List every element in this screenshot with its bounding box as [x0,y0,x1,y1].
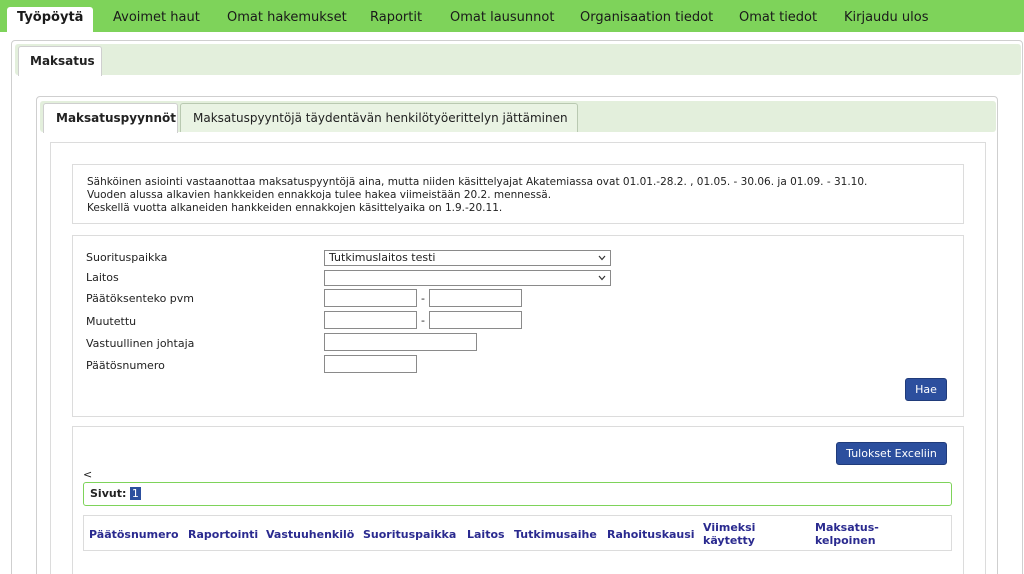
suorituspaikka-select[interactable]: Tutkimuslaitos testi [324,250,611,266]
column-header-maksatus-line1: Maksatus- [815,521,879,534]
hae-button[interactable]: Hae [905,378,947,401]
column-header-maksatuskelpoinen[interactable]: Maksatus- kelpoinen [815,521,879,547]
vastuullinen-johtaja-input[interactable] [324,333,477,351]
nav-item-avoimet-haut[interactable]: Avoimet haut [113,10,200,25]
tab-maksatuspyynnot[interactable]: Maksatuspyynnöt [43,103,178,133]
pager-label: Sivut: [90,487,127,500]
column-header-viimeksi-line1: Viimeksi [703,521,756,534]
column-header-vastuuhenkilo[interactable]: Vastuuhenkilö [266,528,354,541]
column-header-tutkimusaihe[interactable]: Tutkimusaihe [514,528,597,541]
date-separator: - [421,292,425,305]
column-header-viimeksi-line2: käytetty [703,534,755,547]
muutettu-from-input[interactable] [324,311,417,329]
top-navigation: Työpöytä Avoimet haut Omat hakemukset Ra… [0,0,1024,32]
pager-prev-link[interactable]: < [83,468,92,481]
paatosnumero-label: Päätösnumero [86,359,165,372]
column-header-raportointi[interactable]: Raportointi [188,528,258,541]
muutettu-to-input[interactable] [429,311,522,329]
laitos-label: Laitos [86,271,119,284]
notice-line-3: Keskellä vuotta alkaneiden hankkeiden en… [87,202,503,214]
column-header-paatosnumero[interactable]: Päätösnumero [89,528,179,541]
paatoksenteko-label: Päätöksenteko pvm [86,292,194,305]
nav-item-omat-hakemukset[interactable]: Omat hakemukset [227,10,347,25]
tab-henkilotyoerittely[interactable]: Maksatuspyyntöjä täydentävän henkilötyöe… [180,103,578,132]
notice-box: Sähköinen asiointi vastaanottaa maksatus… [72,164,964,224]
nav-item-raportit[interactable]: Raportit [370,10,422,25]
column-header-suorituspaikka[interactable]: Suorituspaikka [363,528,456,541]
notice-line-2: Vuoden alussa alkavien hankkeiden ennakk… [87,189,552,201]
pager-page-1[interactable]: 1 [129,487,141,500]
nav-item-omat-tiedot[interactable]: Omat tiedot [739,10,817,25]
outer-tab-bar [15,44,1021,75]
column-header-laitos[interactable]: Laitos [467,528,505,541]
tab-maksatus[interactable]: Maksatus [18,46,102,76]
chevron-down-icon [598,255,606,261]
nav-item-omat-lausunnot[interactable]: Omat lausunnot [450,10,554,25]
laitos-select[interactable] [324,270,611,286]
vastuullinen-johtaja-label: Vastuullinen johtaja [86,337,195,350]
export-excel-button[interactable]: Tulokset Exceliin [836,442,947,465]
nav-item-kirjaudu-ulos[interactable]: Kirjaudu ulos [844,10,929,25]
column-header-viimeksi-kaytetty[interactable]: Viimeksi käytetty [703,521,755,547]
column-header-maksatus-line2: kelpoinen [815,534,876,547]
paatoksenteko-to-input[interactable] [429,289,522,307]
paatoksenteko-from-input[interactable] [324,289,417,307]
nav-item-tyopoyta[interactable]: Työpöytä [7,7,94,32]
chevron-down-icon [598,275,606,281]
date-separator: - [421,314,425,327]
suorituspaikka-selected: Tutkimuslaitos testi [329,251,436,264]
column-header-rahoituskausi[interactable]: Rahoituskausi [607,528,695,541]
muutettu-label: Muutettu [86,315,137,328]
suorituspaikka-label: Suorituspaikka [86,251,168,264]
notice-line-1: Sähköinen asiointi vastaanottaa maksatus… [87,176,868,188]
nav-item-organisaation-tiedot[interactable]: Organisaation tiedot [580,10,713,25]
pager: Sivut: 1 [83,482,952,506]
paatosnumero-input[interactable] [324,355,417,373]
